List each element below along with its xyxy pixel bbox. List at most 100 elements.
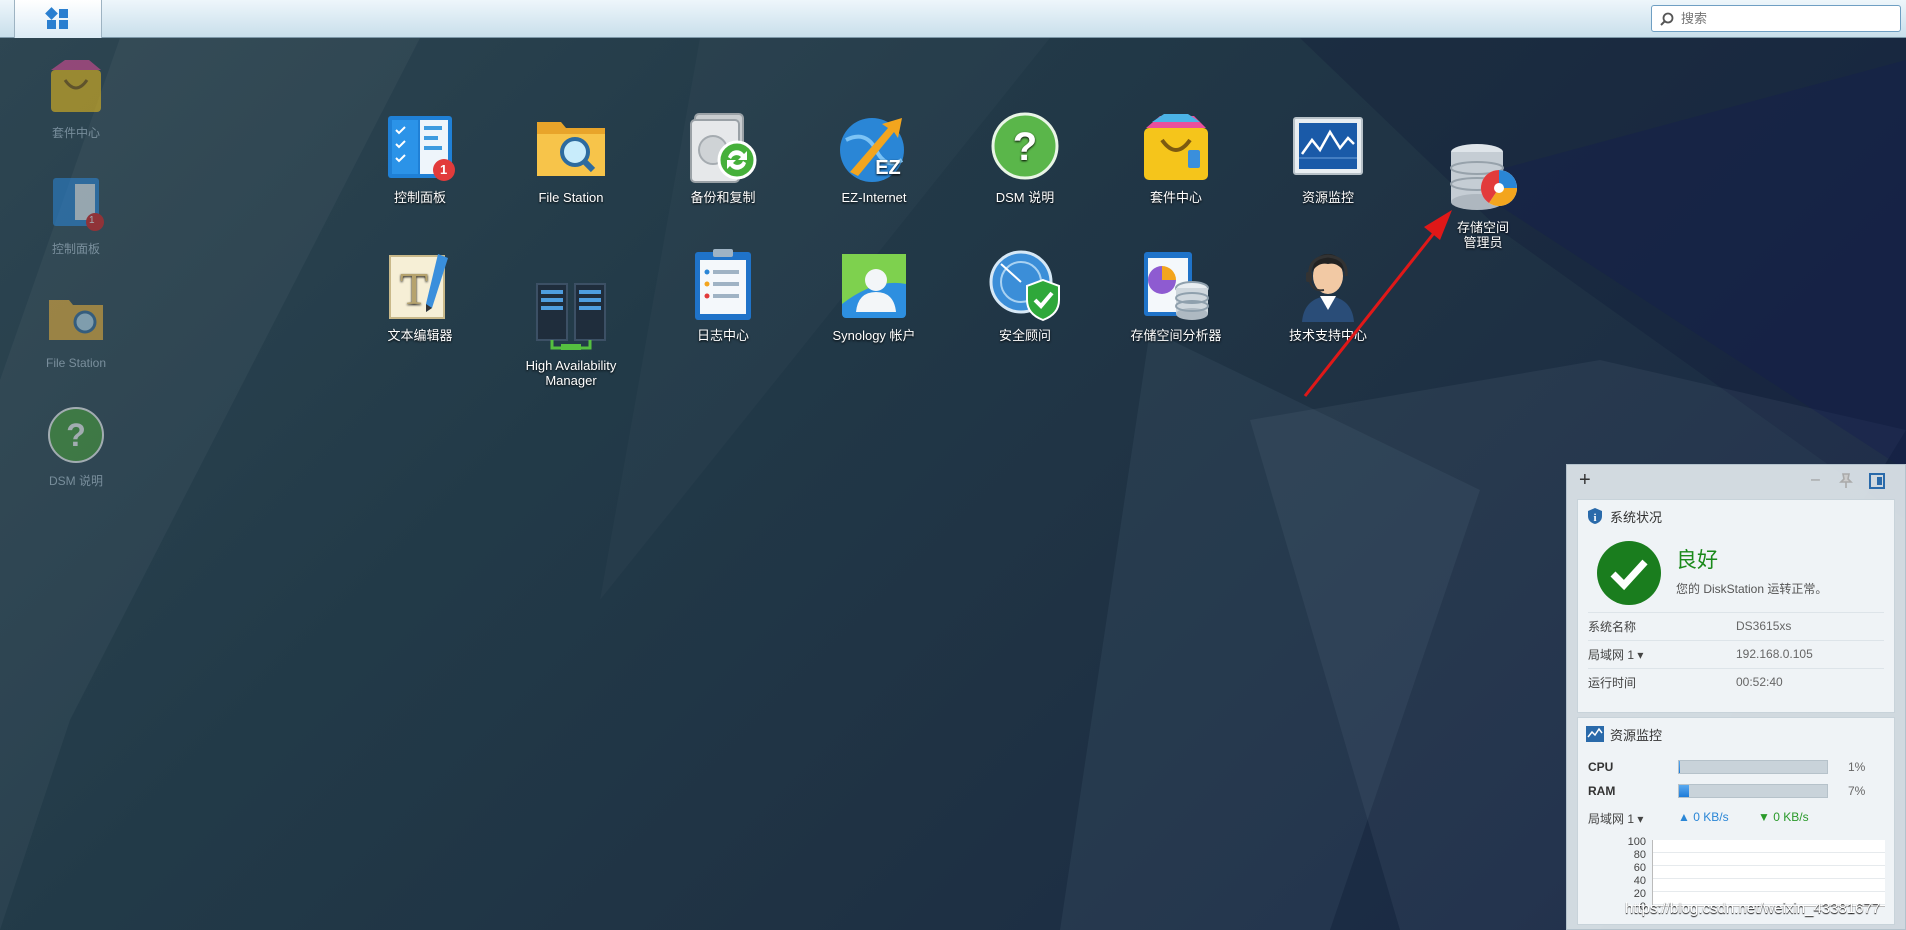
axis-tick: 80	[1633, 849, 1646, 861]
resource-monitor-icon	[1586, 726, 1604, 742]
cpu-usage-bar	[1678, 760, 1828, 774]
app-support-center[interactable]: 技术支持中心	[1253, 248, 1403, 343]
app-label: 套件中心	[1149, 190, 1202, 205]
app-label: 备份和复制	[690, 190, 756, 205]
upload-speed: ▲ 0 KB/s	[1678, 810, 1729, 824]
desktop-shortcut-label: 控制面板	[51, 242, 100, 256]
info-row-lan[interactable]: 局域网 1 ▾ 192.168.0.105	[1588, 640, 1884, 667]
app-security-advisor[interactable]: 安全顾问	[950, 248, 1100, 343]
widget-layout-icon[interactable]	[1869, 473, 1885, 494]
app-control-panel[interactable]: 1 控制面板	[345, 110, 495, 205]
control-panel-icon: 1	[45, 172, 107, 234]
svg-text:i: i	[1593, 512, 1596, 524]
info-icon: i	[1588, 508, 1602, 524]
app-ez-internet[interactable]: EZ EZ-Internet	[799, 110, 949, 205]
desktop-shortcut-package-center[interactable]: 套件中心	[36, 56, 116, 141]
app-label: 日志中心	[696, 328, 749, 343]
pin-icon[interactable]	[1839, 473, 1853, 494]
status-ok-icon	[1597, 541, 1661, 605]
account-icon	[836, 248, 912, 324]
search-icon	[1660, 12, 1674, 26]
app-resource-monitor[interactable]: 资源监控	[1253, 110, 1403, 205]
desktop-shortcut-label: 套件中心	[51, 126, 100, 140]
app-dsm-help[interactable]: ? DSM 说明	[950, 110, 1100, 205]
app-label: High Availability Manager	[525, 358, 617, 388]
app-label: Synology 帐户	[832, 328, 916, 343]
ez-internet-icon: EZ	[836, 110, 912, 186]
app-label: 存储空间分析器	[1130, 328, 1222, 343]
health-status-text: 良好	[1676, 549, 1718, 572]
app-backup-replication[interactable]: 备份和复制	[648, 110, 798, 205]
desktop-shortcut-control-panel[interactable]: 1 控制面板	[36, 172, 116, 257]
app-label: 文本编辑器	[387, 328, 453, 343]
system-health-header: i 系统状况	[1578, 500, 1894, 532]
help-icon: ?	[45, 404, 107, 466]
resource-monitor-widget: 资源监控 CPU 1% RAM 7% 局域网 1 ▾ ▲ 0 KB/s ▼ 0 …	[1577, 717, 1895, 925]
app-package-center[interactable]: 套件中心	[1101, 110, 1251, 205]
search-box[interactable]	[1651, 5, 1901, 32]
security-shield-icon	[987, 248, 1063, 324]
app-label: 技术支持中心	[1288, 328, 1367, 343]
taskbar	[0, 0, 1906, 38]
widget-toolbar: + –	[1567, 465, 1905, 499]
network-dropdown[interactable]: 局域网 1 ▾	[1588, 810, 1643, 827]
app-synology-account[interactable]: Synology 帐户	[799, 248, 949, 343]
folder-search-icon	[533, 110, 609, 186]
app-text-editor[interactable]: T 文本编辑器	[345, 248, 495, 343]
desktop-shortcut-label: File Station	[45, 356, 107, 370]
lan-dropdown[interactable]: 局域网 1 ▾	[1588, 646, 1736, 663]
app-label: File Station	[538, 190, 604, 205]
log-center-icon	[685, 248, 761, 324]
desktop-shortcut-dsm-help[interactable]: ? DSM 说明	[36, 404, 116, 489]
app-label: 控制面板	[393, 190, 446, 205]
info-key: 运行时间	[1588, 675, 1637, 690]
svg-text:?: ?	[1013, 125, 1037, 169]
cpu-percent: 1%	[1848, 760, 1866, 774]
search-input[interactable]	[1679, 10, 1883, 27]
resource-monitor-header: 资源监控	[1578, 718, 1894, 750]
download-value: 0 KB/s	[1773, 810, 1809, 824]
resource-monitor-icon	[1290, 110, 1366, 186]
server-ha-icon	[533, 263, 609, 350]
ram-label: RAM	[1588, 784, 1616, 798]
app-high-availability-manager[interactable]: High Availability Manager	[496, 248, 646, 403]
app-label: EZ-Internet	[841, 190, 907, 205]
desktop-shortcut-file-station[interactable]: File Station	[36, 288, 116, 370]
app-label: DSM 说明	[995, 190, 1055, 205]
upload-arrow-icon: ▲	[1678, 810, 1690, 824]
cpu-usage-fill	[1679, 761, 1681, 773]
storage-manager-icon	[1445, 125, 1521, 210]
minimize-widget-button[interactable]: –	[1811, 471, 1820, 489]
download-speed: ▼ 0 KB/s	[1758, 810, 1809, 824]
axis-tick: 40	[1633, 875, 1646, 887]
add-widget-button[interactable]: +	[1579, 469, 1591, 492]
app-log-center[interactable]: 日志中心	[648, 248, 798, 343]
app-storage-manager[interactable]: 存储空间 管理员	[1408, 110, 1558, 265]
health-status-message: 您的 DiskStation 运转正常。	[1676, 582, 1828, 596]
svg-text:T: T	[400, 263, 428, 314]
ram-usage-bar	[1678, 784, 1828, 798]
package-center-icon	[45, 56, 107, 118]
ram-percent: 7%	[1848, 784, 1866, 798]
system-health-widget: i 系统状况 良好 您的 DiskStation 运转正常。 系统名称 DS36…	[1577, 499, 1895, 713]
main-menu-button[interactable]	[14, 0, 102, 38]
app-label: 资源监控	[1301, 190, 1354, 205]
app-label: 存储空间 管理员	[1456, 220, 1509, 250]
system-health-title: 系统状况	[1610, 509, 1663, 525]
app-label: 安全顾问	[998, 328, 1051, 343]
text-editor-icon: T	[382, 248, 458, 324]
backup-sync-icon	[685, 110, 761, 186]
info-row-uptime: 运行时间 00:52:40	[1588, 668, 1884, 695]
info-value: 00:52:40	[1736, 675, 1783, 689]
help-icon: ?	[987, 110, 1063, 186]
info-value: 192.168.0.105	[1736, 647, 1813, 661]
cpu-label: CPU	[1588, 760, 1614, 774]
download-arrow-icon: ▼	[1758, 810, 1770, 824]
storage-analyzer-icon	[1138, 248, 1214, 324]
app-file-station[interactable]: File Station	[496, 110, 646, 205]
control-panel-icon: 1	[382, 110, 458, 186]
folder-search-icon	[45, 288, 107, 350]
widget-panel: + – i 系统状况 良好 您的 DiskStation 运转正常。 系统名称 …	[1566, 464, 1906, 930]
info-row-system-name: 系统名称 DS3615xs	[1588, 612, 1884, 639]
app-storage-analyzer[interactable]: 存储空间分析器	[1101, 248, 1251, 343]
